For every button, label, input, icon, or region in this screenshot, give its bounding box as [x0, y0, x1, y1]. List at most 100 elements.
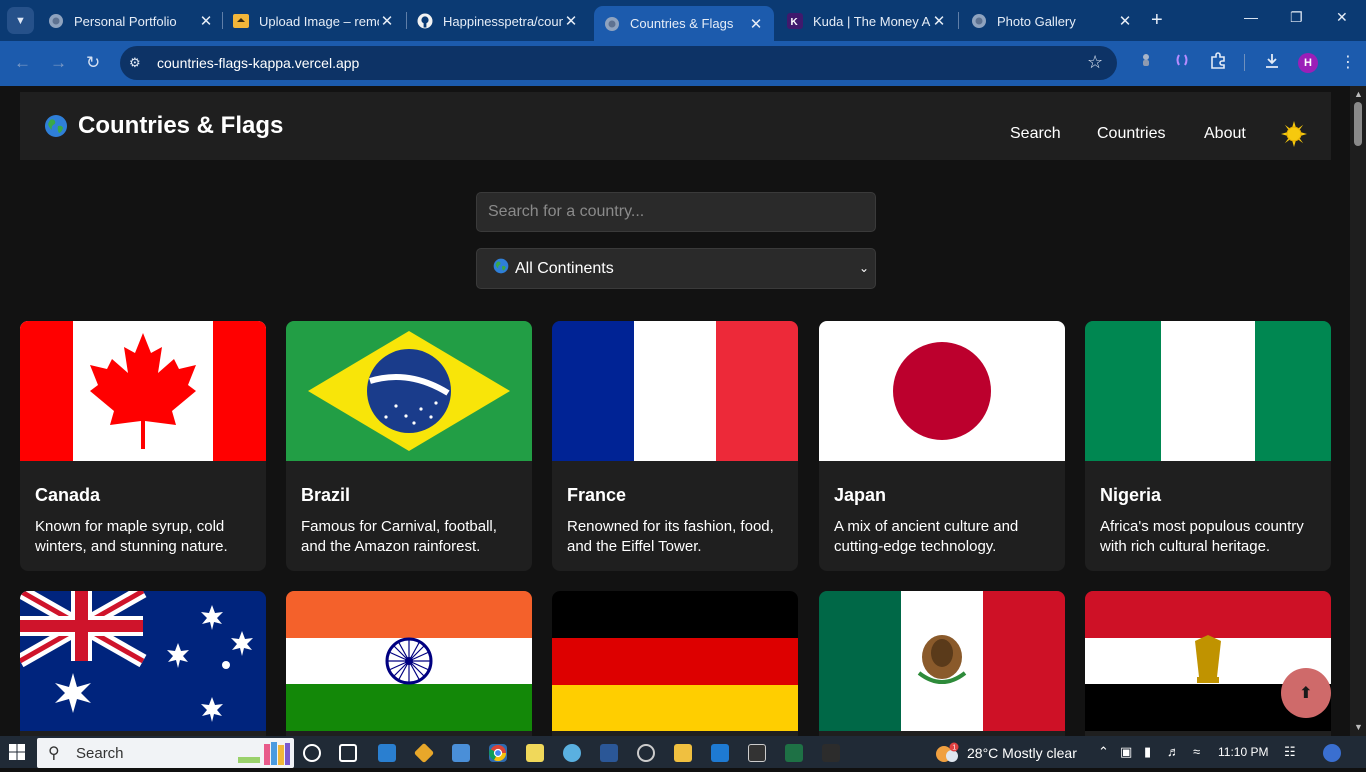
- site-title[interactable]: Countries & Flags: [78, 112, 283, 140]
- globe-icon: [493, 258, 509, 279]
- word-app-icon[interactable]: [600, 744, 618, 762]
- scrollbar-thumb[interactable]: [1354, 102, 1362, 146]
- url-text[interactable]: countries-flags-kappa.vercel.app: [157, 55, 359, 71]
- figma-app-icon[interactable]: [822, 744, 840, 762]
- tab-title: Kuda | The Money Ap: [813, 13, 931, 29]
- country-card-canada[interactable]: Canada Known for maple syrup, cold winte…: [20, 321, 266, 571]
- tab-title: Personal Portfolio: [74, 13, 177, 29]
- browser-app-icon[interactable]: [637, 744, 655, 762]
- svg-text:K: K: [791, 17, 799, 28]
- tab-photo-gallery[interactable]: Photo Gallery ✕: [971, 7, 1133, 35]
- network-icon[interactable]: ▣: [1120, 744, 1132, 760]
- globe-icon: [44, 114, 68, 143]
- minimize-icon[interactable]: —: [1244, 9, 1258, 25]
- scroll-down-arrow[interactable]: ▼: [1354, 722, 1363, 732]
- tab-title: Photo Gallery: [997, 13, 1076, 29]
- tab-github[interactable]: Happinesspetra/coun ✕: [417, 7, 579, 35]
- country-card-australia[interactable]: [20, 591, 266, 736]
- tab-title: Countries & Flags: [630, 16, 734, 31]
- country-name: Canada: [35, 485, 101, 505]
- chrome-taskbar-icon[interactable]: [489, 744, 507, 762]
- kuda-icon: K: [787, 13, 803, 29]
- page-viewport: Countries & Flags Search Countries About…: [0, 86, 1350, 736]
- country-card-japan[interactable]: Japan A mix of ancient culture and cutti…: [819, 321, 1065, 571]
- country-name: Japan: [834, 485, 887, 505]
- back-icon[interactable]: ←: [14, 53, 31, 73]
- nigeria-flag-image: [1085, 321, 1331, 461]
- volume-icon[interactable]: ♬: [1167, 744, 1180, 759]
- close-window-icon[interactable]: ✕: [1336, 9, 1348, 26]
- widgets-icon[interactable]: [339, 744, 357, 762]
- country-card-india[interactable]: [286, 591, 532, 736]
- file-explorer-icon[interactable]: [674, 744, 692, 762]
- terminal-icon[interactable]: [748, 744, 766, 762]
- chevron-down-icon: ▼: [15, 14, 26, 27]
- wifi-icon[interactable]: ≈: [1193, 744, 1200, 759]
- page-scrollbar[interactable]: [1350, 86, 1366, 736]
- country-card-mexico[interactable]: [819, 591, 1065, 736]
- weather-badge: 1: [952, 745, 956, 752]
- download-icon[interactable]: [1263, 52, 1281, 75]
- clock-time[interactable]: 11:10 PM: [1218, 745, 1268, 759]
- country-card-germany[interactable]: [552, 591, 798, 736]
- country-card-france[interactable]: France Renowned for its fashion, food, a…: [552, 321, 798, 571]
- menu-dots-icon[interactable]: ⋮: [1340, 52, 1356, 72]
- tab-title: Happinesspetra/coun: [443, 13, 563, 29]
- task-view-icon[interactable]: [303, 744, 321, 762]
- notes-app-icon[interactable]: [526, 744, 544, 762]
- nav-link-search[interactable]: Search: [1010, 125, 1061, 143]
- chevron-up-icon[interactable]: ⌃: [1098, 744, 1109, 760]
- new-tab-button[interactable]: +: [1151, 10, 1163, 30]
- toolbar-separator: [1244, 54, 1245, 71]
- country-name: Brazil: [301, 485, 351, 505]
- site-info-icon[interactable]: ⚙: [129, 55, 145, 71]
- weather-icon[interactable]: 1: [934, 742, 960, 769]
- extensions-puzzle-icon[interactable]: [1209, 52, 1227, 75]
- brazil-flag-image: [286, 321, 532, 461]
- weather-text[interactable]: 28°C Mostly clear: [967, 745, 1077, 761]
- country-search-input[interactable]: [476, 192, 876, 232]
- sun-icon[interactable]: [1281, 121, 1307, 152]
- tab-upload-image[interactable]: Upload Image – remo ✕: [233, 7, 395, 35]
- scroll-to-top-button[interactable]: ⬆: [1281, 668, 1331, 718]
- globe-icon: [48, 13, 64, 29]
- country-card-brazil[interactable]: Brazil Famous for Carnival, football, an…: [286, 321, 532, 571]
- nav-link-countries[interactable]: Countries: [1097, 125, 1165, 143]
- tab-kuda[interactable]: K Kuda | The Money Ap ✕: [787, 7, 947, 35]
- close-icon[interactable]: ✕: [1117, 12, 1133, 30]
- continent-filter-select[interactable]: All Continents ⌄: [476, 248, 876, 289]
- notifications-icon[interactable]: ☷: [1284, 744, 1296, 760]
- profile-avatar[interactable]: H: [1298, 53, 1318, 73]
- france-flag-image: [552, 321, 798, 461]
- calculator-app-icon[interactable]: [452, 744, 470, 762]
- excel-app-icon[interactable]: [785, 744, 803, 762]
- copilot-icon[interactable]: [1323, 744, 1341, 762]
- close-icon[interactable]: ✕: [563, 12, 579, 30]
- tab-personal-portfolio[interactable]: Personal Portfolio ✕: [48, 7, 214, 35]
- tab-search-button[interactable]: ▼: [7, 7, 34, 34]
- taskbar-search-label: Search: [76, 745, 124, 762]
- tab-countries-flags[interactable]: Countries & Flags ✕: [594, 6, 774, 41]
- bookmark-star-icon[interactable]: ☆: [1087, 52, 1103, 73]
- vscode-icon[interactable]: [711, 744, 729, 762]
- close-icon[interactable]: ✕: [748, 15, 764, 33]
- close-icon[interactable]: ✕: [198, 12, 214, 30]
- continent-filter-value: All Continents: [515, 259, 614, 277]
- nav-link-about[interactable]: About: [1204, 125, 1246, 143]
- reload-icon[interactable]: ↻: [86, 53, 100, 73]
- scroll-up-arrow[interactable]: ▲: [1354, 89, 1363, 99]
- restore-icon[interactable]: ❐: [1290, 9, 1303, 26]
- battery-icon[interactable]: ▮: [1144, 744, 1151, 760]
- slack-app-icon[interactable]: [563, 744, 581, 762]
- close-icon[interactable]: ✕: [931, 12, 947, 30]
- extension-bracket-icon[interactable]: [1174, 52, 1190, 73]
- close-icon[interactable]: ✕: [379, 12, 395, 30]
- windows-start-icon[interactable]: [9, 744, 25, 765]
- australia-flag-image: [20, 591, 266, 731]
- film-app-icon[interactable]: [378, 744, 396, 762]
- forward-icon[interactable]: →: [50, 53, 67, 73]
- globe-icon: [604, 16, 620, 32]
- india-flag-image: [286, 591, 532, 731]
- extension-dot-icon[interactable]: [1141, 52, 1151, 73]
- country-card-nigeria[interactable]: Nigeria Africa's most populous country w…: [1085, 321, 1331, 571]
